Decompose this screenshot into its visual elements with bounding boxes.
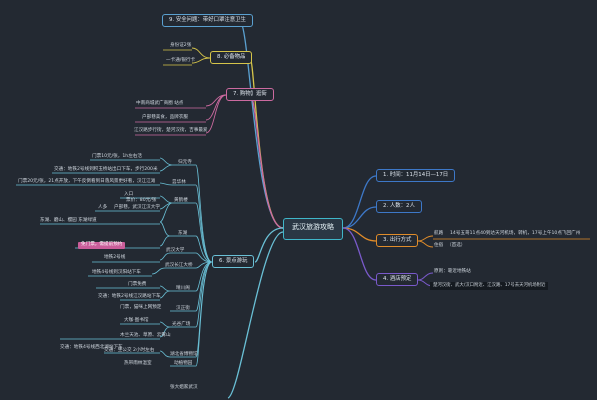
- shopping-item-2: 户部巷美食，品牌衣服: [142, 115, 188, 120]
- sight-leaf: 门票免费: [128, 282, 147, 287]
- goods-item-card: 一卡通/银行卡: [166, 58, 196, 63]
- mindmap-canvas: 武汉旅游攻略 1. 时间：11月14日—17日 2. 人数：2人 3. 出行方式…: [0, 0, 597, 400]
- sight-leaf: 交通：地铁2号线到积玉桥站出口下车，步行200米: [54, 167, 158, 172]
- transport-hotel-name: （首选）: [447, 243, 466, 248]
- sight-title-guiyuan: 归元寺: [178, 160, 192, 165]
- transport-go-detail: 14号五哥11点40到达天河机场，转机，17号上午10点飞回广州: [450, 231, 581, 236]
- topic-safety[interactable]: 9. 安全问题：带好口罩注意卫生: [162, 14, 253, 28]
- sight-leaf: 木兰天池、草原、云雾山: [120, 333, 171, 338]
- connector-lines: [16, 20, 590, 399]
- sight-leaf: 门票10元/张，1h左右活: [92, 154, 142, 159]
- sight-leaf: 地铁4号线到汉阳站下车: [92, 270, 141, 275]
- topic-time[interactable]: 1. 时间：11月14日—17日: [376, 169, 456, 183]
- transport-go-prefix: 航路: [434, 231, 444, 236]
- sight-title-guanggu: 光谷广场: [172, 322, 191, 327]
- sight-leaf: 人多: [98, 205, 108, 210]
- lodging-areas: 楚河汉街、武大/汉口附近、江汉路、17号去天河机场附近: [430, 282, 549, 291]
- sight-title-zoo: 动植物园: [174, 361, 193, 366]
- topic-lodging[interactable]: 4. 酒店预定: [376, 273, 419, 287]
- sight-title-donghu: 东湖: [178, 231, 188, 236]
- sight-leaf: 地铁2号线: [104, 255, 126, 260]
- topic-sights[interactable]: 6. 景点游玩: [212, 255, 255, 269]
- sight-leaf: 东湖、磨山、樱园 东湖绿道: [40, 218, 97, 223]
- sight-leaf: 交通：坐公交 2小时左右: [104, 348, 155, 353]
- topic-people[interactable]: 2. 人数：2人: [376, 200, 422, 214]
- sight-title-huanghelou: 黄鹤楼: [174, 198, 188, 203]
- sight-leaf: 户部巷，武汉江汉大学: [114, 205, 160, 210]
- sight-leaf: 交通：地铁2号线江汉路站下车: [98, 294, 161, 299]
- sight-title-bridge: 武汉长江大桥: [165, 263, 193, 268]
- sight-title-hanzheng: 汉正街: [176, 306, 190, 311]
- shopping-item-3: 江汉路步行街，楚河汉街，吉事最爱: [134, 128, 208, 133]
- sight-title-wuda: 武汉大学: [166, 248, 185, 253]
- transport-hotel-prefix: 住宿: [434, 243, 444, 248]
- topic-shopping[interactable]: 7. 购物】逛街: [226, 88, 274, 102]
- sight-leaf: 热带雨林温室: [124, 361, 152, 366]
- sight-title-tanhualin: 昙华林: [172, 180, 186, 185]
- lodging-principle: 原则：靠近地铁站: [434, 269, 471, 274]
- shopping-item-1: 中南商城武广商圈 站点: [136, 101, 184, 106]
- sight-leaf: 票价：80元/张: [126, 198, 157, 203]
- topic-transport[interactable]: 3. 出行方式: [376, 234, 419, 248]
- sight-leaf: 门票，猫咪上网预定: [120, 305, 162, 310]
- sight-leaf: 大咖·图书馆: [124, 318, 149, 323]
- sight-title-museum: 湖北省博物馆: [170, 352, 198, 357]
- central-topic[interactable]: 武汉旅游攻略: [283, 218, 343, 240]
- bottom-branch-label: 张大姐家武汉: [170, 385, 198, 390]
- sight-title-qingchuan: 晴川阁: [176, 286, 190, 291]
- sight-leaf: 入口: [124, 192, 134, 197]
- sight-leaf: 门票20元/张，21点开放，下午反倒看到日落风景更好看，汉江江滩: [18, 179, 156, 184]
- topic-goods[interactable]: 8. 必备物品: [210, 51, 253, 65]
- goods-item-id: 身份证2张: [170, 43, 192, 48]
- sight-tag-wuda: 免门票，需提前预约: [78, 242, 126, 249]
